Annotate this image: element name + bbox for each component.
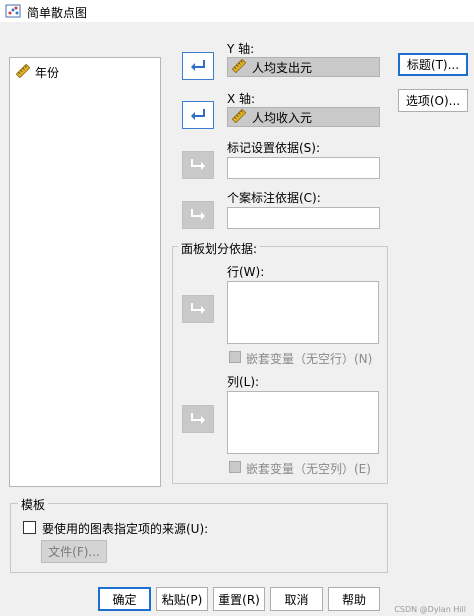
scatter-chart-icon <box>5 3 21 19</box>
x-axis-value: 人均收入元 <box>252 110 313 125</box>
nest-cols-checkbox[interactable] <box>229 461 241 473</box>
cancel-button[interactable]: 取消 <box>270 587 323 611</box>
reset-button[interactable]: 重置(R) <box>213 587 265 611</box>
help-button[interactable]: 帮助 <box>328 587 380 611</box>
ruler-scale-icon <box>15 63 31 81</box>
variable-label: 年份 <box>35 66 60 80</box>
label-cases-label: 个案标注依据(C): <box>227 191 321 205</box>
panel-rows-label: 行(W): <box>227 265 265 279</box>
move-to-y-axis-button[interactable] <box>182 52 214 80</box>
watermark: CSDN @Dylan Hill <box>394 605 466 614</box>
y-axis-value: 人均支出元 <box>252 60 313 75</box>
label-cases-field[interactable] <box>227 207 380 229</box>
arrow-right-icon <box>190 157 206 174</box>
nest-rows-checkbox[interactable] <box>229 351 241 363</box>
panel-rows-field[interactable] <box>227 281 379 344</box>
nest-rows-label: 嵌套变量（无空行）(N) <box>246 352 373 366</box>
options-button[interactable]: 选项(O)... <box>398 89 468 112</box>
list-item[interactable]: 年份 <box>15 63 60 81</box>
x-axis-field[interactable]: 人均收入元 <box>227 107 380 127</box>
x-axis-label: X 轴: <box>227 92 256 106</box>
ruler-scale-icon <box>231 58 247 76</box>
y-axis-field[interactable]: 人均支出元 <box>227 57 380 77</box>
panel-by-legend: 面板划分依据: <box>178 240 261 257</box>
panel-cols-label: 列(L): <box>227 375 260 389</box>
arrow-right-icon <box>190 207 206 224</box>
use-template-label: 要使用的图表指定项的来源(U): <box>42 522 209 536</box>
arrow-right-icon <box>190 411 206 428</box>
use-template-checkbox[interactable] <box>23 521 36 534</box>
move-to-panel-rows-button[interactable] <box>182 295 214 323</box>
move-to-panel-cols-button[interactable] <box>182 405 214 433</box>
ok-button[interactable]: 确定 <box>98 587 151 611</box>
window-title: 简单散点图 <box>27 6 88 20</box>
set-markers-label: 标记设置依据(S): <box>227 141 321 155</box>
move-to-x-axis-button[interactable] <box>182 101 214 129</box>
arrow-right-icon <box>190 301 206 318</box>
arrow-left-icon <box>190 58 206 75</box>
arrow-left-icon <box>190 107 206 124</box>
nest-cols-label: 嵌套变量（无空列）(E) <box>246 462 371 476</box>
move-to-set-markers-button[interactable] <box>182 151 214 179</box>
set-markers-field[interactable] <box>227 157 380 179</box>
move-to-label-cases-button[interactable] <box>182 201 214 229</box>
ruler-scale-icon <box>231 108 247 126</box>
panel-cols-field[interactable] <box>227 391 379 454</box>
template-legend: 模板 <box>18 496 49 513</box>
variable-list[interactable]: 年份 <box>9 57 161 487</box>
paste-button[interactable]: 粘贴(P) <box>156 587 208 611</box>
y-axis-label: Y 轴: <box>227 42 255 56</box>
titles-button[interactable]: 标题(T)... <box>398 53 468 76</box>
file-button[interactable]: 文件(F)... <box>41 540 107 563</box>
